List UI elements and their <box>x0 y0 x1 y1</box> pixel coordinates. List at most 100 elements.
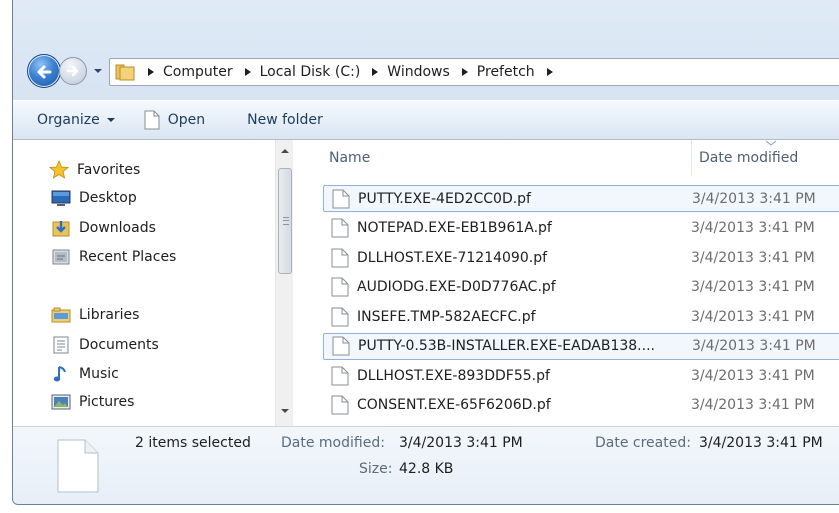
date-modified-value: 3/4/2013 3:41 PM <box>399 435 523 451</box>
breadcrumb-arrow-icon[interactable] <box>241 65 255 79</box>
file-date-modified: 3/4/2013 3:41 PM <box>691 308 815 325</box>
selection-count: 2 items selected <box>135 435 251 451</box>
nav-item-desktop[interactable]: Desktop <box>51 189 137 207</box>
nav-item-documents[interactable]: Documents <box>51 335 159 355</box>
file-name: CONSENT.EXE-65F6206D.pf <box>357 397 551 413</box>
file-name: AUDIODG.EXE-D0D776AC.pf <box>357 279 556 295</box>
size-value: 42.8 KB <box>399 461 454 477</box>
file-row[interactable]: NOTEPAD.EXE-EB1B961A.pf 3/4/2013 3:41 PM <box>323 215 839 242</box>
file-icon <box>331 395 349 415</box>
column-header-name[interactable]: Name <box>329 150 370 166</box>
nav-item-favorites[interactable]: Favorites <box>49 160 140 180</box>
open-button[interactable]: Open <box>144 110 205 130</box>
file-icon <box>331 248 349 267</box>
navigation-pane: Favorites Desktop Downloads Recent Place… <box>13 140 275 426</box>
libraries-icon <box>51 307 71 323</box>
scroll-down-icon[interactable] <box>280 406 290 416</box>
star-icon <box>49 160 69 179</box>
nav-label: Recent Places <box>79 249 177 265</box>
recent-places-icon <box>52 249 70 265</box>
date-created-value: 3/4/2013 3:41 PM <box>699 435 823 451</box>
file-date-modified: 3/4/2013 3:41 PM <box>691 279 815 295</box>
file-name: DLLHOST.EXE-893DDF55.pf <box>357 367 550 384</box>
music-note-icon <box>53 366 66 382</box>
file-row[interactable]: PUTTY.EXE-4ED2CC0D.pf 3/4/2013 3:41 PM <box>323 185 839 212</box>
file-row[interactable]: DLLHOST.EXE-893DDF55.pf 3/4/2013 3:41 PM <box>323 362 839 389</box>
nav-pane-scrollbar[interactable] <box>275 140 293 426</box>
file-icon <box>331 366 349 385</box>
file-row[interactable]: AUDIODG.EXE-D0D776AC.pf 3/4/2013 3:41 PM <box>323 274 839 301</box>
scroll-up-icon[interactable] <box>280 146 290 156</box>
nav-item-downloads[interactable]: Downloads <box>51 218 156 238</box>
file-date-modified: 3/4/2013 3:41 PM <box>691 367 815 384</box>
nav-item-libraries[interactable]: Libraries <box>51 306 139 324</box>
column-separator[interactable] <box>691 140 692 176</box>
file-date-modified: 3/4/2013 3:41 PM <box>692 338 816 354</box>
file-name: PUTTY-0.53B-INSTALLER.EXE-EADAB138.... <box>358 338 655 354</box>
file-icon <box>332 189 350 208</box>
nav-item-pictures[interactable]: Pictures <box>51 393 134 411</box>
file-icon <box>144 110 160 130</box>
new-folder-label: New folder <box>247 112 323 128</box>
breadcrumb-computer[interactable]: Computer <box>163 64 233 80</box>
file-name: INSEFE.TMP-582AECFC.pf <box>357 308 536 325</box>
arrow-right-icon <box>66 65 79 77</box>
file-icon <box>332 336 350 356</box>
sort-indicator-icon <box>765 140 777 146</box>
caret-down-icon <box>106 118 115 122</box>
arrow-left-icon <box>37 65 52 79</box>
downloads-icon <box>52 221 70 237</box>
forward-button[interactable] <box>59 57 87 85</box>
back-button[interactable] <box>27 54 61 88</box>
nav-label: Libraries <box>79 307 140 323</box>
breadcrumb-arrow-icon[interactable] <box>368 65 382 79</box>
breadcrumb-arrow-icon[interactable] <box>144 65 158 79</box>
breadcrumb-arrow-icon[interactable] <box>458 65 472 79</box>
size-label: Size: <box>359 461 393 477</box>
breadcrumb-prefetch[interactable]: Prefetch <box>477 64 535 80</box>
nav-label: Documents <box>79 337 159 353</box>
file-row[interactable]: INSEFE.TMP-582AECFC.pf 3/4/2013 3:41 PM <box>323 303 839 330</box>
explorer-window: Computer Local Disk (C:) Windows Prefetc… <box>12 0 839 505</box>
organize-label: Organize <box>37 112 100 128</box>
file-row[interactable]: DLLHOST.EXE-71214090.pf 3/4/2013 3:41 PM <box>323 244 839 271</box>
command-bar: Organize Open New folder <box>13 100 839 140</box>
file-name: DLLHOST.EXE-71214090.pf <box>357 249 548 266</box>
file-date-modified: 3/4/2013 3:41 PM <box>691 220 815 236</box>
nav-label: Pictures <box>79 394 135 410</box>
column-header-date-modified[interactable]: Date modified <box>699 150 798 166</box>
file-date-modified: 3/4/2013 3:41 PM <box>691 249 815 266</box>
nav-item-recent-places[interactable]: Recent Places <box>51 247 176 267</box>
scroll-grip <box>283 217 289 225</box>
pictures-icon <box>51 394 71 410</box>
breadcrumb-arrow-icon[interactable] <box>543 65 557 79</box>
nav-label: Favorites <box>77 162 141 178</box>
folder-icon <box>115 64 135 81</box>
open-label: Open <box>167 112 206 128</box>
address-row: Computer Local Disk (C:) Windows Prefetc… <box>13 50 839 94</box>
address-bar[interactable]: Computer Local Disk (C:) Windows Prefetc… <box>109 58 839 86</box>
file-icon <box>57 439 99 493</box>
file-row[interactable]: CONSENT.EXE-65F6206D.pf 3/4/2013 3:41 PM <box>323 392 839 419</box>
nav-label: Desktop <box>79 190 137 206</box>
breadcrumb-local-disk[interactable]: Local Disk (C:) <box>260 64 361 80</box>
nav-item-music[interactable]: Music <box>51 364 119 384</box>
file-date-modified: 3/4/2013 3:41 PM <box>692 190 816 207</box>
organize-button[interactable]: Organize <box>37 112 116 128</box>
file-icon <box>331 307 349 326</box>
file-date-modified: 3/4/2013 3:41 PM <box>691 397 815 413</box>
recent-pages-dropdown-icon[interactable] <box>91 64 105 78</box>
new-folder-button[interactable]: New folder <box>247 112 323 128</box>
date-created-label: Date created: <box>595 435 691 451</box>
nav-label: Downloads <box>79 220 156 236</box>
documents-icon <box>53 336 69 354</box>
file-list: Name Date modified PUTTY.EXE-4ED2CC0D.pf… <box>295 140 839 426</box>
scroll-thumb[interactable] <box>278 168 292 274</box>
file-name: NOTEPAD.EXE-EB1B961A.pf <box>357 220 552 236</box>
nav-label: Music <box>79 366 119 382</box>
breadcrumb-windows[interactable]: Windows <box>387 64 450 80</box>
file-icon <box>331 218 349 238</box>
file-row[interactable]: PUTTY-0.53B-INSTALLER.EXE-EADAB138.... 3/… <box>323 332 839 360</box>
file-icon <box>331 277 349 297</box>
desktop-icon <box>51 190 71 206</box>
